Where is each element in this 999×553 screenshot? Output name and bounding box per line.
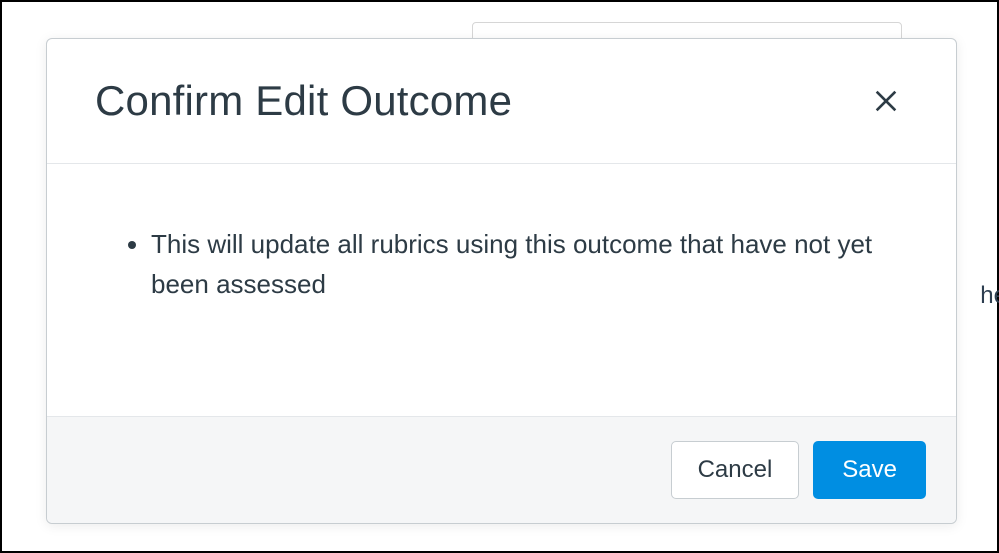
- cancel-button[interactable]: Cancel: [671, 441, 800, 499]
- confirm-edit-outcome-modal: Confirm Edit Outcome This will update al…: [46, 38, 957, 524]
- modal-header: Confirm Edit Outcome: [47, 39, 956, 164]
- close-button[interactable]: [864, 79, 908, 123]
- save-button[interactable]: Save: [813, 441, 926, 499]
- modal-title: Confirm Edit Outcome: [95, 77, 512, 125]
- modal-body: This will update all rubrics using this …: [47, 164, 956, 416]
- background-partial-text: he: [980, 282, 999, 310]
- modal-message-list: This will update all rubrics using this …: [95, 224, 908, 305]
- close-icon: [872, 87, 900, 115]
- modal-message-item: This will update all rubrics using this …: [151, 224, 908, 305]
- modal-footer: Cancel Save: [47, 416, 956, 523]
